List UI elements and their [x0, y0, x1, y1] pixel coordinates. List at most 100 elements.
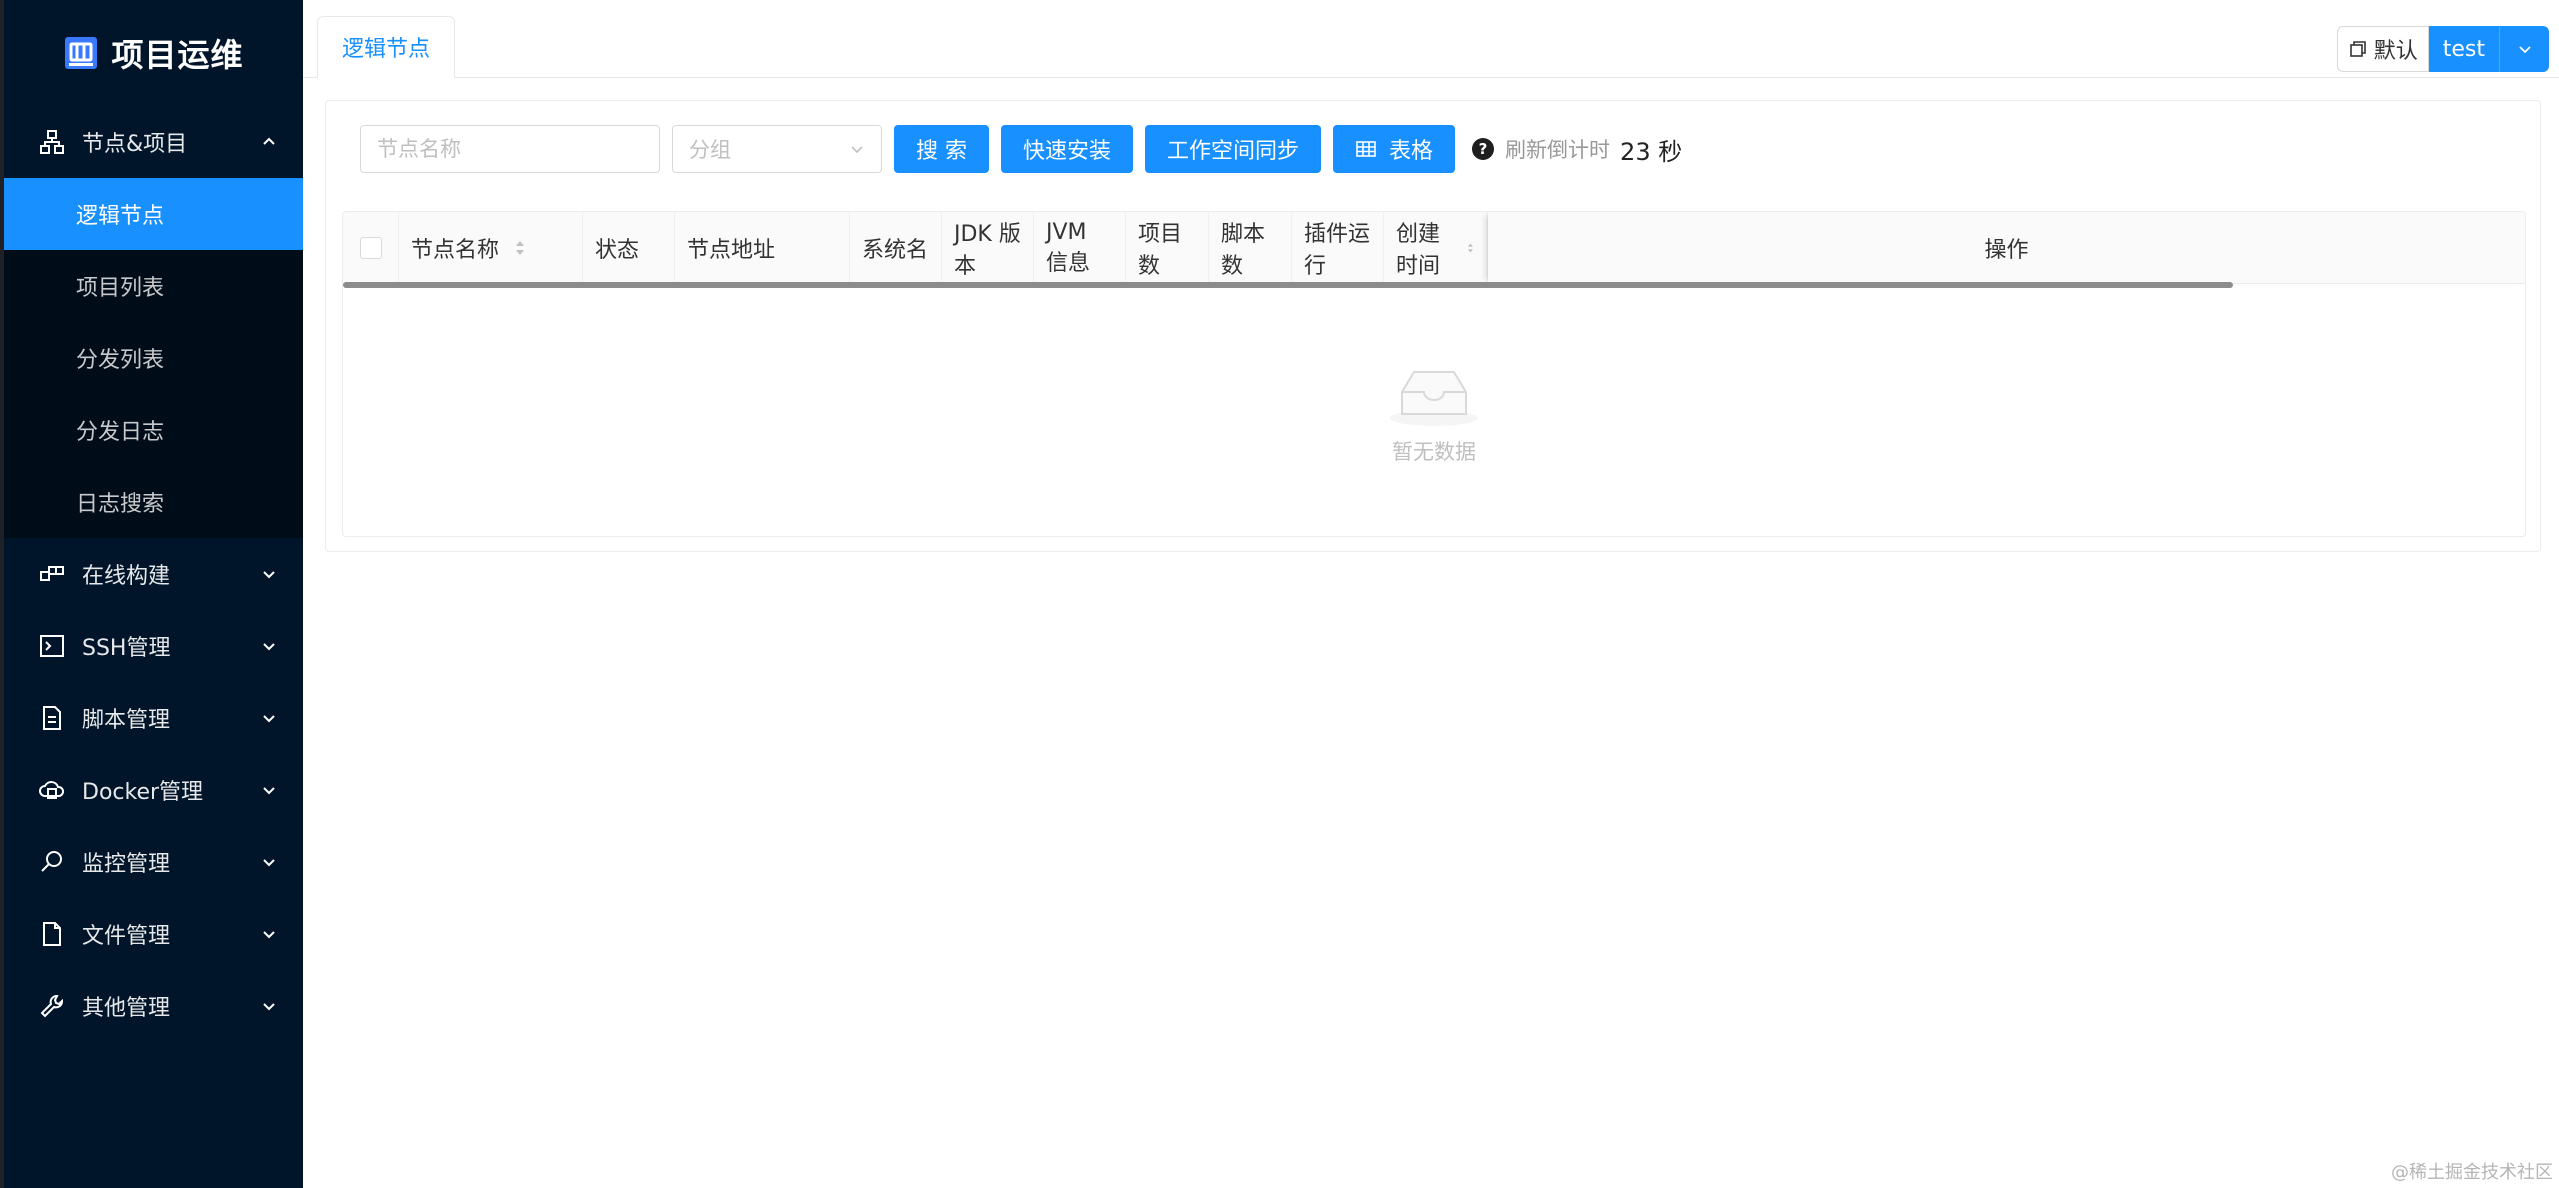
column-label: 插件运行 [1304, 222, 1371, 279]
sidebar-item-distribute-log[interactable]: 分发日志 [4, 394, 303, 466]
sidebar-group-monitor[interactable]: 监控管理 [4, 826, 303, 898]
build-icon [40, 566, 64, 581]
chevron-down-icon [2518, 46, 2531, 54]
sidebar-group-file[interactable]: 文件管理 [4, 898, 303, 970]
th-created-time[interactable]: 创建时间 [1384, 212, 1488, 284]
th-script-count: 脚本数 [1209, 212, 1292, 284]
empty-text: 暂无数据 [1392, 440, 1476, 464]
app-root: 项目运维 节点&项目 逻辑节点 项目列表 分发列表 分发日志 日志搜索 在线构建… [0, 0, 2559, 1188]
question-circle-icon[interactable]: ? [1471, 137, 1495, 161]
chevron-down-icon [851, 146, 863, 154]
table-header: 节点名称 状态 节点地址 系统名 JDK 版本 JVM 信息 项目数 脚本数 插… [343, 212, 2525, 284]
th-node-name[interactable]: 节点名称 [399, 212, 583, 284]
sidebar-group-label: 节点&项目 [82, 132, 188, 157]
sidebar-group-other[interactable]: 其他管理 [4, 970, 303, 1042]
sidebar-group-label: 监控管理 [82, 852, 171, 877]
workspace-label: 默认 [2373, 39, 2418, 64]
table-view-button[interactable]: 表格 [1333, 125, 1456, 173]
topbar: 逻辑节点 默认 test [303, 0, 2559, 78]
sidebar-group-label: Docker管理 [82, 780, 204, 805]
column-label: 节点地址 [687, 238, 776, 263]
chevron-down-icon [263, 859, 275, 867]
column-label: JDK 版本 [954, 222, 1021, 279]
file-icon [43, 922, 61, 946]
chevron-down-icon [263, 931, 275, 939]
select-all-checkbox[interactable] [359, 237, 382, 259]
sidebar-item-distribute-list[interactable]: 分发列表 [4, 322, 303, 394]
toolbar: 分组 搜 索 快速安装 工作空间同步 表格 ? 刷新倒 [360, 125, 1682, 173]
user-button[interactable]: test [2428, 26, 2499, 72]
th-jdk-version: JDK 版本 [942, 212, 1034, 284]
th-jvm-info: JVM 信息 [1034, 212, 1126, 284]
node-list-card: 分组 搜 索 快速安装 工作空间同步 表格 ? 刷新倒 [325, 100, 2541, 552]
chevron-down-icon [263, 787, 275, 795]
cloud-server-icon [39, 781, 65, 799]
refresh-countdown: ? 刷新倒计时 23 秒 [1471, 132, 1682, 167]
workspace-button[interactable]: 默认 [2336, 26, 2429, 72]
sidebar-menu: 节点&项目 逻辑节点 项目列表 分发列表 分发日志 日志搜索 在线构建 SSH管… [4, 106, 303, 1042]
sidebar-group-label: 文件管理 [82, 924, 171, 949]
cluster-icon [40, 130, 64, 154]
app-title: 项目运维 [111, 36, 244, 74]
th-status: 状态 [583, 212, 675, 284]
sort-icon [516, 241, 525, 255]
main-content: 逻辑节点 默认 test 分组 [303, 0, 2559, 1188]
th-node-address: 节点地址 [675, 212, 850, 284]
column-label: 创建时间 [1396, 222, 1441, 279]
th-actions: 操作 [1488, 212, 2525, 284]
sidebar-group-label: 在线构建 [82, 564, 171, 589]
group-select[interactable]: 分组 [672, 125, 882, 173]
column-label: 状态 [595, 238, 640, 263]
sidebar-group-docker[interactable]: Docker管理 [4, 754, 303, 826]
column-label: 系统名 [862, 238, 929, 263]
quick-install-button[interactable]: 快速安装 [1001, 125, 1134, 173]
column-label: 节点名称 [411, 238, 500, 263]
node-name-input[interactable] [360, 125, 660, 173]
sort-icon [1467, 243, 1474, 253]
chevron-down-icon [263, 1003, 275, 1011]
table-view-label: 表格 [1389, 139, 1434, 164]
column-label: 操作 [1984, 238, 2029, 263]
sidebar-group-label: SSH管理 [82, 636, 171, 661]
copy-icon [2349, 41, 2366, 57]
user-area: 默认 test [2336, 26, 2549, 72]
refresh-seconds-unit: 秒 [1658, 137, 1683, 166]
logo[interactable]: 项目运维 [4, 0, 303, 106]
tab-logical-node[interactable]: 逻辑节点 [317, 16, 456, 78]
wrench-icon [40, 995, 63, 1018]
chevron-down-icon [263, 571, 275, 579]
th-plugin-running: 插件运行 [1292, 212, 1384, 284]
empty-inbox-icon [1390, 371, 1478, 426]
column-label: JVM 信息 [1046, 219, 1091, 276]
sidebar-group-node-project[interactable]: 节点&项目 [4, 106, 303, 178]
watermark: @稀土掘金技术社区 [2391, 1162, 2553, 1183]
th-project-count: 项目数 [1126, 212, 1209, 284]
th-os-name: 系统名 [850, 212, 942, 284]
column-label: 项目数 [1138, 222, 1183, 279]
sidebar-group-build[interactable]: 在线构建 [4, 538, 303, 610]
sidebar: 项目运维 节点&项目 逻辑节点 项目列表 分发列表 分发日志 日志搜索 在线构建… [0, 0, 303, 1188]
node-table: 节点名称 状态 节点地址 系统名 JDK 版本 JVM 信息 项目数 脚本数 插… [342, 211, 2526, 537]
group-select-placeholder: 分组 [689, 138, 731, 162]
sidebar-group-script[interactable]: 脚本管理 [4, 682, 303, 754]
sidebar-item-log-search[interactable]: 日志搜索 [4, 466, 303, 538]
user-dropdown-button[interactable] [2499, 26, 2549, 72]
monitor-search-icon [41, 851, 62, 872]
refresh-seconds-value: 23 [1620, 137, 1651, 166]
chevron-down-icon [263, 643, 275, 651]
column-label: 脚本数 [1221, 222, 1266, 279]
sidebar-item-logical-node[interactable]: 逻辑节点 [4, 178, 303, 250]
sidebar-item-project-list[interactable]: 项目列表 [4, 250, 303, 322]
horizontal-scrollbar[interactable] [343, 282, 2233, 288]
table-icon [1356, 141, 1376, 157]
chevron-down-icon [263, 715, 275, 723]
th-select-all [343, 212, 399, 284]
terminal-icon [40, 635, 64, 657]
refresh-text: 刷新倒计时 [1505, 138, 1611, 162]
sidebar-group-label: 脚本管理 [82, 708, 171, 733]
search-button[interactable]: 搜 索 [894, 125, 989, 173]
chevron-up-icon [263, 137, 275, 145]
workspace-sync-button[interactable]: 工作空间同步 [1145, 125, 1322, 173]
sidebar-group-ssh[interactable]: SSH管理 [4, 610, 303, 682]
refresh-seconds: 23 秒 [1620, 132, 1682, 167]
